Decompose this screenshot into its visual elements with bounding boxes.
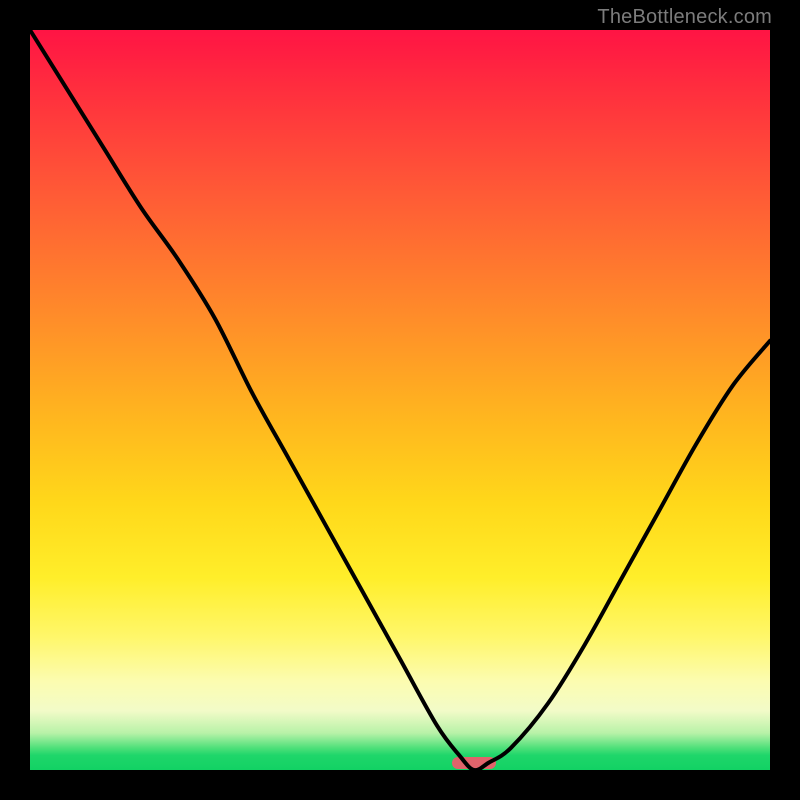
plot-area	[30, 30, 770, 770]
watermark-text: TheBottleneck.com	[597, 6, 772, 29]
chart-frame: TheBottleneck.com	[0, 0, 800, 800]
bottleneck-curve	[30, 30, 770, 770]
